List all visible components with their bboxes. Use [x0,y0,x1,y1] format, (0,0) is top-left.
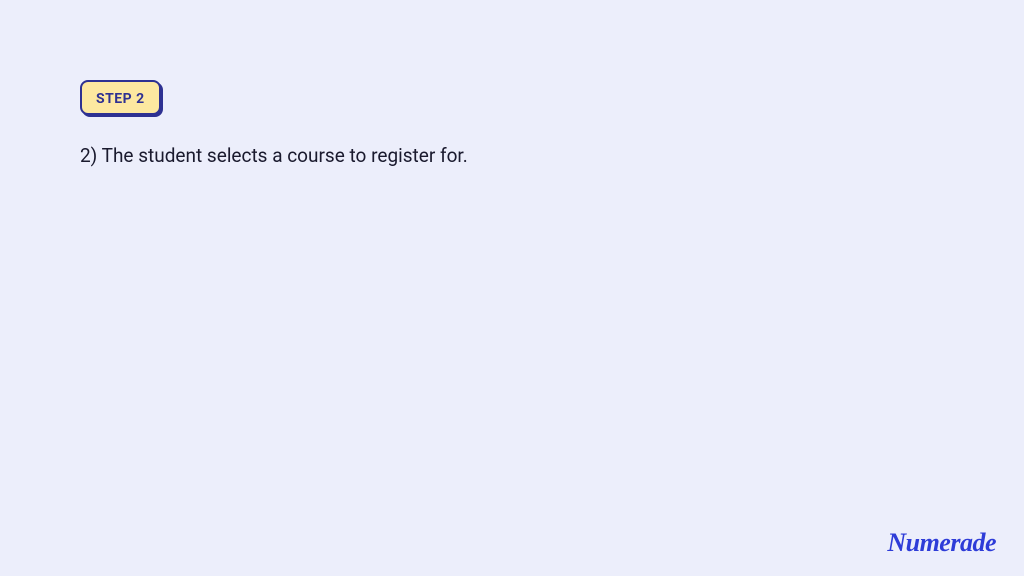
content-area: STEP 2 2) The student selects a course t… [0,0,1024,170]
step-badge: STEP 2 [80,80,161,115]
brand-logo: Numerade [887,528,996,558]
step-description: 2) The student selects a course to regis… [80,143,944,170]
step-badge-label: STEP 2 [96,91,145,107]
